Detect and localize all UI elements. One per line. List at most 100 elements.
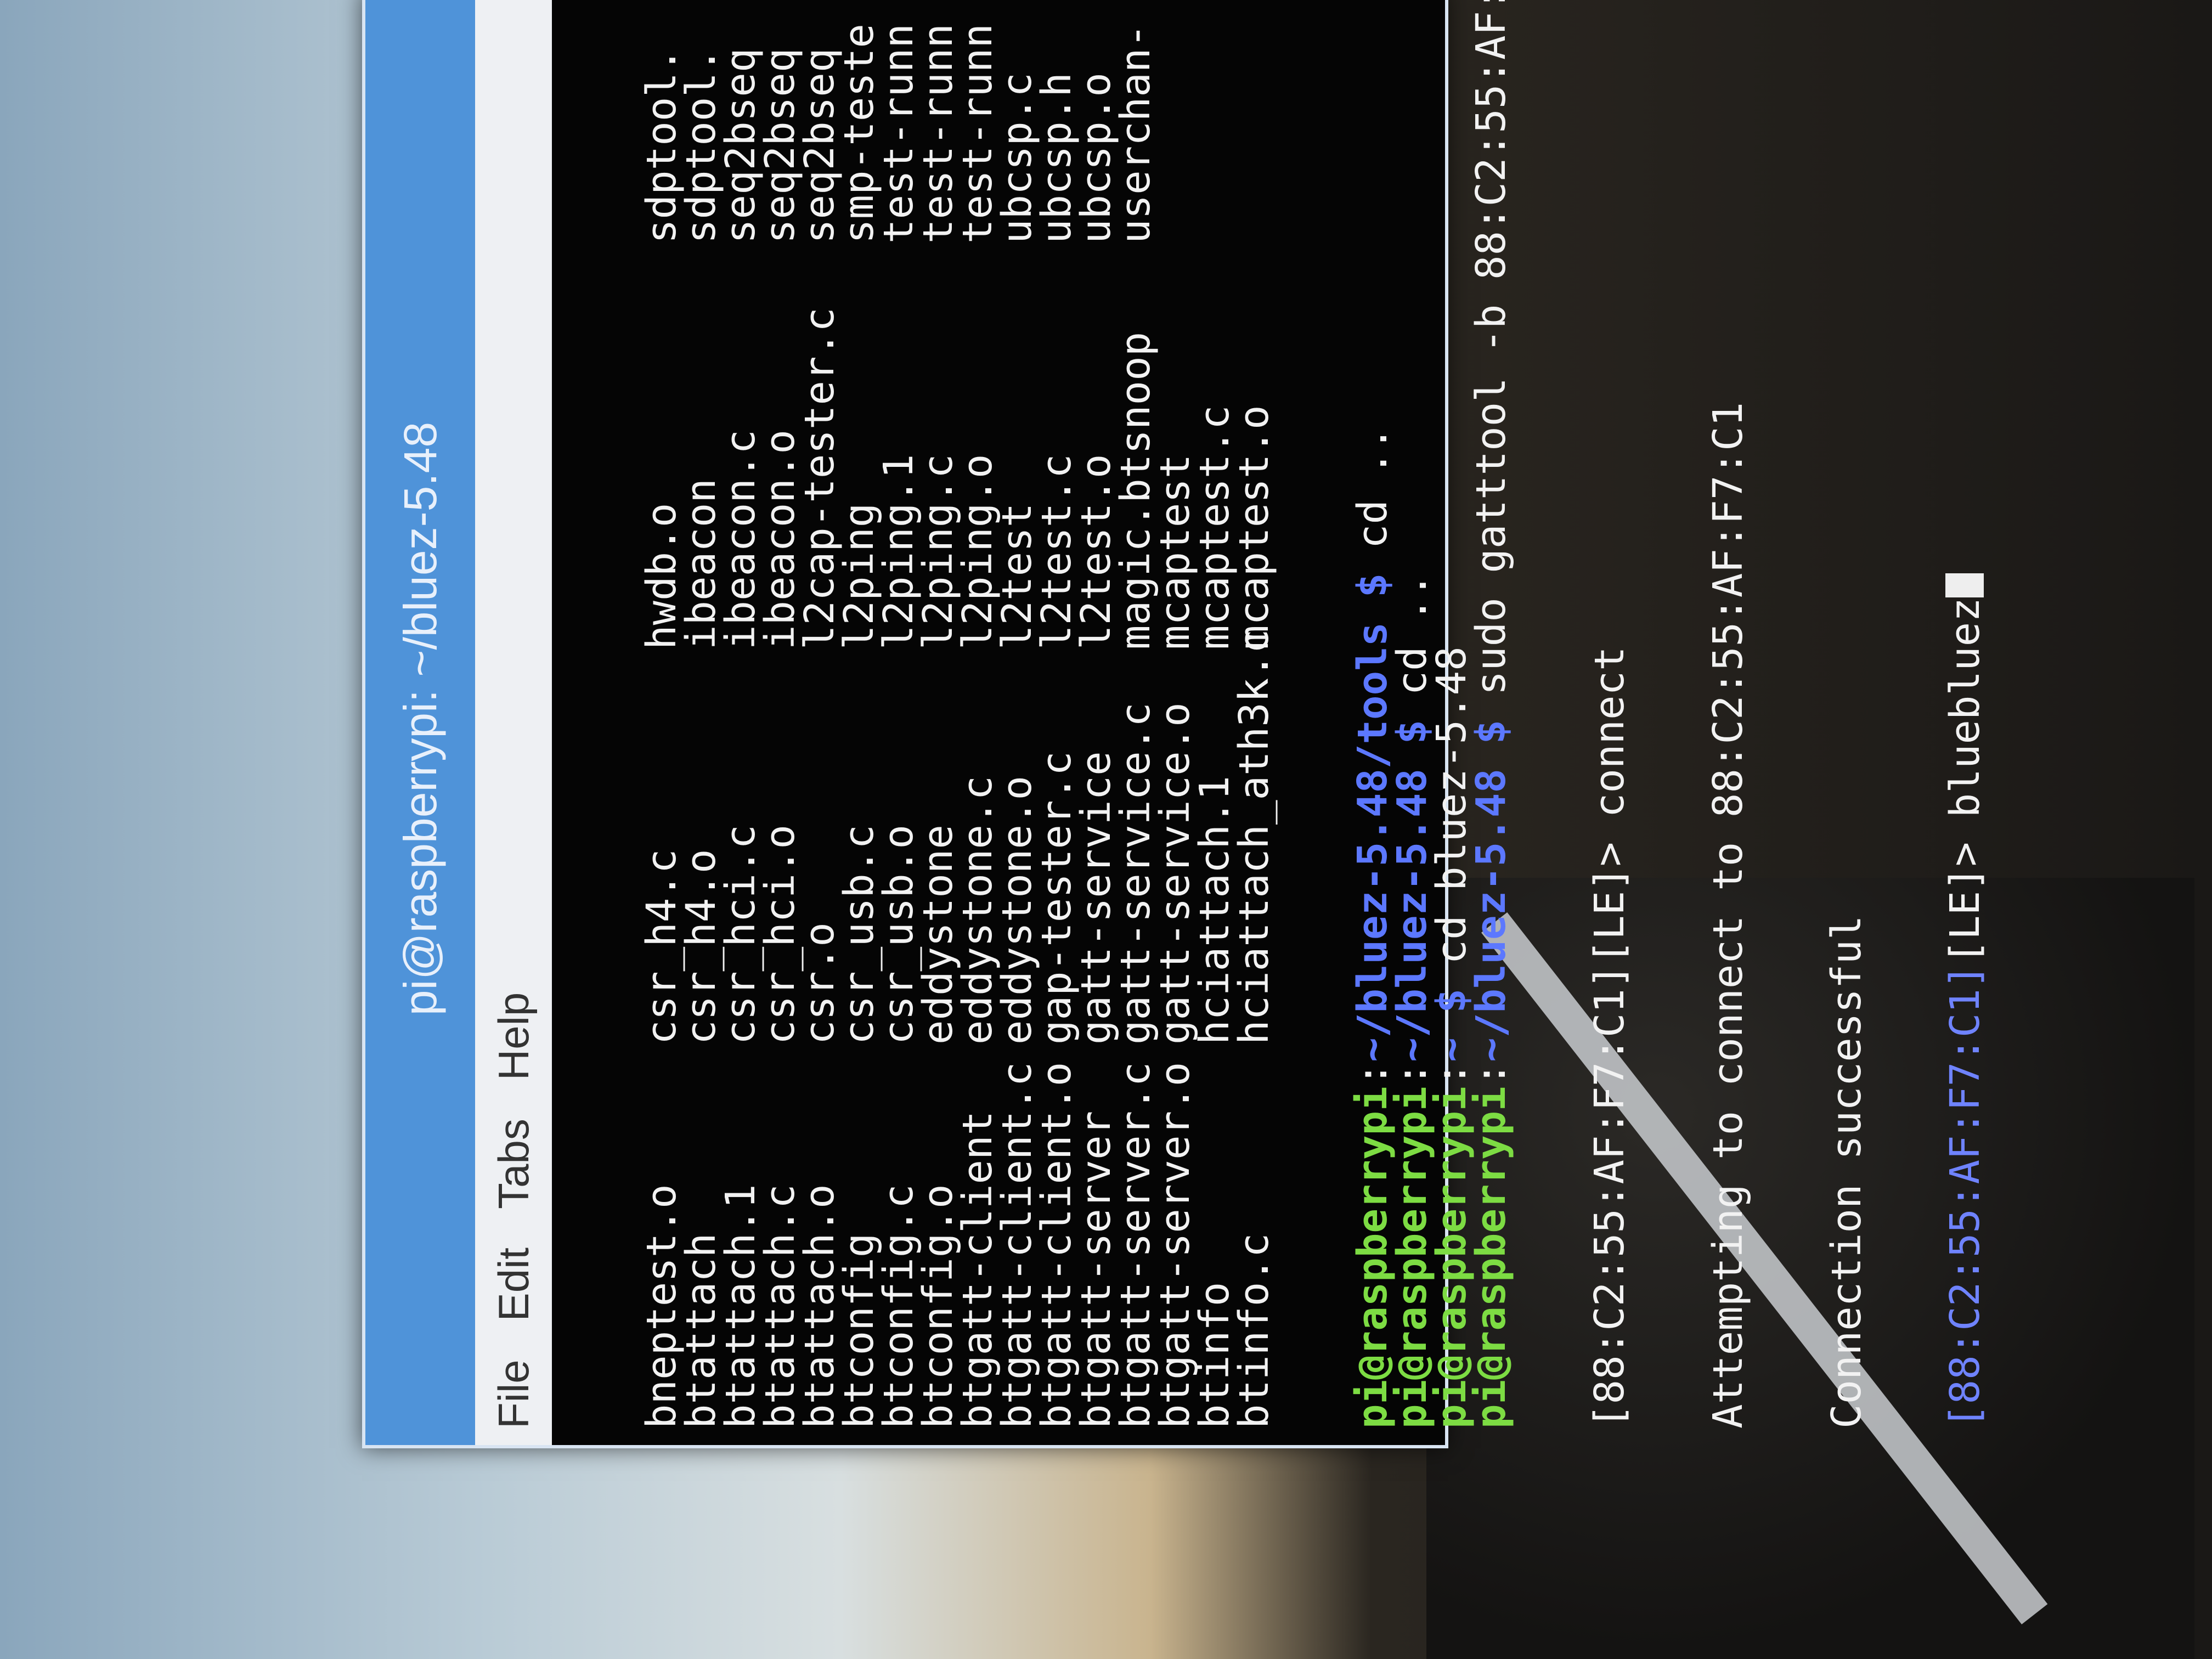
listing-entry: l2cap-tester.c	[796, 307, 843, 650]
listing-entry: csr_hci.o	[757, 825, 804, 1045]
listing-entry: gatt-service	[1073, 751, 1120, 1045]
listing-row: btattach.1 csr_hci.c ibeacon.c seq2bseq	[717, 9, 764, 1429]
listing-entry: btgatt-server.c	[1112, 1062, 1159, 1429]
listing-entry: btattach.c	[757, 1184, 804, 1429]
listing-entry: test-runn	[875, 24, 922, 244]
listing-row: btgatt-client eddystone.c l2ping.o test-run…	[954, 9, 1001, 1429]
typed-input[interactable]: bluebluez	[1942, 597, 1989, 817]
listing-entry: gap-tester.c	[1033, 751, 1080, 1045]
listing-entry: hwdb.o	[638, 503, 685, 650]
menu-edit[interactable]: Edit	[489, 1248, 539, 1321]
listing-entry: sdptool.	[638, 48, 685, 244]
listing-entry: mcaptest	[1152, 454, 1199, 650]
gatt-attempt-line: Attempting to connect to 88:C2:55:AF:F7:…	[1705, 402, 1752, 1429]
listing-entry: hciattach.1	[1191, 775, 1238, 1045]
menu-file[interactable]: File	[489, 1359, 539, 1429]
listing-entry: csr_h4.o	[678, 849, 725, 1045]
prompt-path: ~/bluez-5.48	[1468, 769, 1515, 1062]
prompt-command: sudo gatttool -b 88:C2:55:AF:F7:C1 -I	[1468, 0, 1515, 696]
listing-entry: ibeacon	[678, 478, 725, 650]
listing-entry: csr_hci.c	[717, 825, 764, 1045]
window-title-bar[interactable]: pi@raspberrypi: ~/bluez-5.48	[365, 0, 475, 1445]
listing-entry: csr_h4.c	[638, 849, 685, 1045]
listing-entry: btgatt-client.o	[1033, 1062, 1080, 1429]
prompt-command: cd ..	[1349, 426, 1396, 549]
listing-row: btgatt-server.c gatt-service.c magic.btsno…	[1112, 9, 1159, 1429]
listing-entry: csr_usb.o	[875, 825, 922, 1045]
listing-entry: gatt-service.o	[1152, 702, 1199, 1045]
listing-entry: test-runn	[954, 24, 1001, 244]
gatt-prompt-address: [88:C2:55:AF:F7:C1]	[1942, 964, 1989, 1429]
listing-entry: l2test.o	[1073, 454, 1120, 650]
listing-entry: l2test	[994, 503, 1041, 650]
listing-entry: bneptest.o	[638, 1184, 685, 1429]
gatt-connect-line: [88:C2:55:AF:F7:C1][LE]> connect	[1586, 646, 1633, 1429]
listing-row: btinfo.c hciattach_ath3k.c mcaptest.o	[1231, 9, 1278, 1429]
listing-entry: seq2bseq	[757, 48, 804, 244]
listing-entry: l2ping.c	[915, 454, 962, 650]
menu-bar: File Edit Tabs Help	[475, 0, 552, 1445]
listing-row: btconfig.o eddystone l2ping.c test-runn	[915, 9, 962, 1429]
listing-entry: hciattach_ath3k.c	[1231, 629, 1278, 1045]
listing-entry: ibeacon.o	[757, 430, 804, 650]
prompt-line: pi@raspberrypi:~/bluez-5.48 $ cd ..	[1389, 9, 1436, 1429]
listing-entry: smp-teste	[836, 24, 883, 244]
listing-entry: btinfo.c	[1231, 1233, 1278, 1429]
listing-entry: l2ping	[836, 503, 883, 650]
listing-entry: btgatt-server.o	[1152, 1062, 1199, 1429]
listing-entry: btconfig.o	[915, 1184, 962, 1429]
listing-entry: mcaptest.o	[1231, 405, 1278, 650]
prompt-line: pi@raspberrypi:~ $ cd bluez-5.48	[1428, 9, 1475, 1429]
listing-entry	[1195, 13, 1234, 244]
menu-help[interactable]: Help	[489, 992, 539, 1080]
listing-entry: ubcsp.o	[1073, 72, 1120, 244]
listing-entry: btgatt-client	[954, 1110, 1001, 1429]
gatt-prompt-mode: [LE]>	[1942, 817, 1989, 964]
listing-entry: btconfig.c	[875, 1184, 922, 1429]
listing-row: btinfo hciattach.1 mcaptest.c	[1191, 9, 1238, 1429]
terminal-output[interactable]: bneptest.o csr_h4.c hwdb.o sdptool. btattach…	[552, 0, 2075, 1445]
listing-row: btgatt-client.o gap-tester.c l2test.c ubcsp…	[1033, 9, 1080, 1429]
listing-entry: btinfo	[1191, 1282, 1238, 1429]
menu-tabs[interactable]: Tabs	[489, 1119, 539, 1209]
listing-row: btattach.o csr.o l2cap-tester.c seq2bseq	[796, 9, 843, 1429]
listing-row: btattach.c csr_hci.o ibeacon.o seq2bseq	[757, 9, 804, 1429]
listing-row: btgatt-client.c eddystone.o l2test ubcsp.c	[994, 9, 1041, 1429]
listing-entry: btconfig	[836, 1233, 883, 1429]
listing-entry: csr_usb.c	[836, 825, 883, 1045]
directory-listing: bneptest.o csr_h4.c hwdb.o sdptool. btattach…	[638, 9, 1278, 1429]
listing-entry: l2ping.o	[954, 454, 1001, 650]
listing-entry	[1155, 13, 1195, 244]
listing-row: bneptest.o csr_h4.c hwdb.o sdptool.	[638, 9, 685, 1429]
listing-entry: eddystone	[915, 825, 962, 1045]
prompt-line: pi@raspberrypi:~/bluez-5.48/tools $ cd .…	[1349, 9, 1396, 1429]
listing-entry: btgatt-client.c	[994, 1062, 1041, 1429]
listing-entry: userchan-	[1112, 24, 1159, 244]
text-cursor	[1945, 573, 1984, 598]
terminal-window[interactable]: pi@raspberrypi: ~/bluez-5.48 File Edit T…	[362, 0, 1989, 1448]
listing-entry: eddystone.c	[954, 775, 1001, 1045]
window-title: pi@raspberrypi: ~/bluez-5.48	[394, 421, 446, 1016]
listing-entry: gatt-service.c	[1112, 702, 1159, 1045]
listing-entry: eddystone.o	[994, 775, 1041, 1045]
listing-entry: magic.btsnoop	[1112, 331, 1159, 650]
gatt-prompt-line[interactable]: [88:C2:55:AF:F7:C1][LE]> bluebluez	[1942, 9, 1989, 1429]
listing-entry: ibeacon.c	[717, 430, 764, 650]
listing-entry: ubcsp.c	[994, 72, 1041, 244]
listing-row: btconfig.c csr_usb.o l2ping.1 test-runn	[875, 9, 922, 1429]
listing-entry: l2test.c	[1033, 454, 1080, 650]
listing-entry: btattach.o	[796, 1184, 843, 1429]
listing-row: btgatt-server gatt-service l2test.o ubcsp.o	[1073, 9, 1120, 1429]
listing-entry: l2ping.1	[875, 454, 922, 650]
listing-entry: btgatt-server	[1073, 1110, 1120, 1429]
listing-entry: mcaptest.c	[1191, 405, 1238, 650]
listing-entry: sdptool.	[678, 48, 725, 244]
listing-entry: test-runn	[915, 24, 962, 244]
listing-entry: btattach.1	[717, 1184, 764, 1429]
prompt-user: pi@raspberrypi	[1468, 1086, 1515, 1429]
listing-row: btconfig csr_usb.c l2ping smp-teste	[836, 9, 883, 1429]
listing-row: btattach csr_h4.o ibeacon sdptool.	[678, 9, 725, 1429]
listing-row: btgatt-server.o gatt-service.o mcaptest	[1152, 9, 1199, 1429]
listing-entry: seq2bseq	[717, 48, 764, 244]
listing-entry: seq2bseq	[796, 48, 843, 244]
